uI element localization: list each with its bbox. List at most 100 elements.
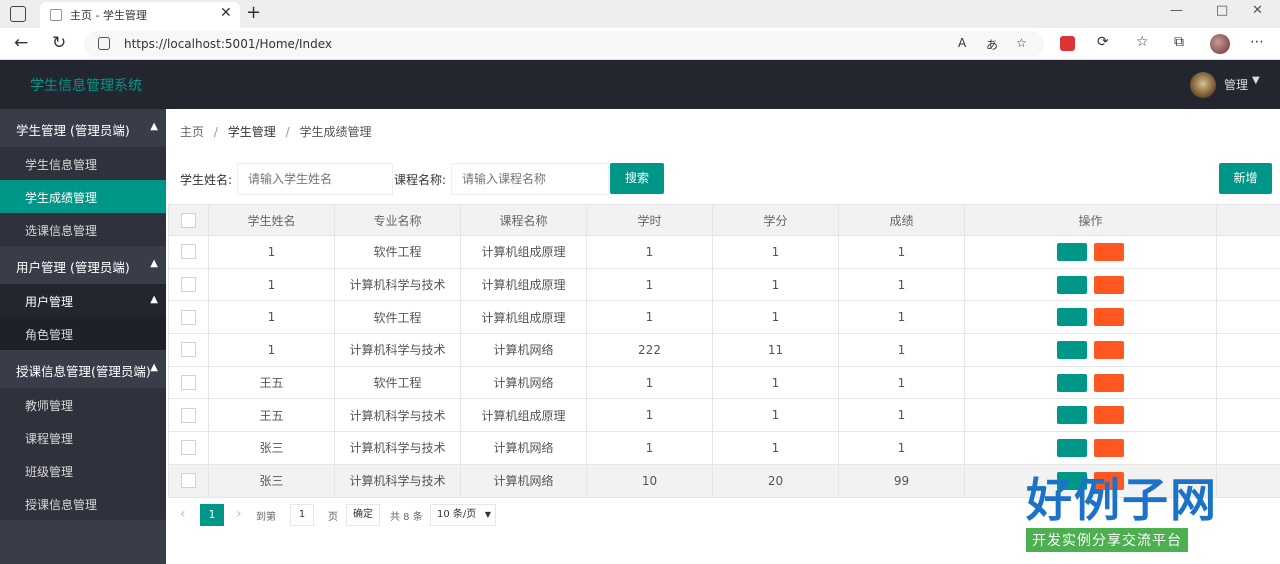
close-tab-icon[interactable]: ✕: [220, 5, 232, 21]
watermark-subtitle: 开发实例分享交流平台: [1026, 528, 1188, 552]
collections-icon[interactable]: ⧉: [1174, 34, 1184, 50]
goto-page-input[interactable]: 1: [290, 504, 314, 526]
chevron-down-icon: ▼: [484, 510, 491, 519]
profile-icon[interactable]: [1210, 34, 1230, 54]
sidebar-group-teaching[interactable]: 授课信息管理(管理员端) ▲: [0, 350, 166, 388]
read-aloud-icon[interactable]: A: [958, 36, 966, 50]
table-cell: 1: [838, 267, 965, 302]
user-menu[interactable]: 管理: [1224, 76, 1248, 93]
row-checkbox[interactable]: [181, 440, 196, 456]
table-row[interactable]: 1 计算机科学与技术 计算机网络 222 11 1: [168, 333, 1280, 367]
tab-actions-icon[interactable]: [10, 6, 26, 22]
delete-button[interactable]: [1094, 308, 1124, 327]
sidebar-item-role[interactable]: 角色管理: [0, 317, 166, 350]
goto-confirm-button[interactable]: 确定: [346, 504, 380, 526]
row-checkbox[interactable]: [181, 473, 196, 489]
row-checkbox[interactable]: [181, 277, 196, 293]
table-cell: 1: [838, 431, 965, 465]
add-button[interactable]: 新增: [1219, 163, 1272, 194]
sidebar-group-user[interactable]: 用户管理 (管理员端) ▲: [0, 246, 166, 284]
delete-button[interactable]: [1094, 373, 1124, 392]
table-cell: 1: [586, 431, 713, 465]
table-row[interactable]: 王五 计算机科学与技术 计算机组成原理 1 1 1: [168, 398, 1280, 433]
user-avatar[interactable]: [1190, 72, 1216, 98]
delete-button[interactable]: [1094, 406, 1124, 425]
prev-page-icon[interactable]: ‹: [180, 506, 186, 522]
edit-button[interactable]: [1057, 373, 1087, 392]
breadcrumb-student[interactable]: 学生管理: [228, 125, 276, 139]
sidebar-item-user-management[interactable]: 用户管理 ▲: [0, 284, 166, 317]
row-checkbox[interactable]: [181, 375, 196, 391]
row-checkbox[interactable]: [181, 407, 196, 423]
delete-button[interactable]: [1094, 242, 1124, 261]
sidebar-item-teacher[interactable]: 教师管理: [0, 388, 166, 421]
student-name-input[interactable]: [237, 163, 393, 195]
row-checkbox[interactable]: [181, 309, 196, 325]
table-filler: [1216, 431, 1280, 465]
new-tab-icon[interactable]: +: [246, 2, 261, 23]
table-row[interactable]: 王五 软件工程 计算机网络 1 1 1: [168, 365, 1280, 400]
delete-button[interactable]: [1094, 275, 1124, 294]
edit-button[interactable]: [1057, 406, 1087, 425]
table-row[interactable]: 1 计算机科学与技术 计算机组成原理 1 1 1: [168, 267, 1280, 302]
table-row[interactable]: 张三 计算机科学与技术 计算机网络 1 1 1: [168, 431, 1280, 465]
address-bar[interactable]: https://localhost:5001/Home/Index A あ ☆: [84, 31, 1044, 57]
table-cell: 1: [712, 235, 839, 269]
table-cell: 1: [838, 333, 965, 367]
column-header[interactable]: 成绩: [838, 204, 965, 236]
favorites-icon[interactable]: ☆: [1136, 34, 1149, 50]
sidebar-item-course-selection[interactable]: 选课信息管理: [0, 213, 166, 246]
refresh-icon[interactable]: ↻: [52, 33, 66, 53]
table-row[interactable]: 1 软件工程 计算机组成原理 1 1 1: [168, 235, 1280, 269]
sidebar-item-course[interactable]: 课程管理: [0, 421, 166, 454]
table-cell: 1: [586, 300, 713, 335]
current-page[interactable]: 1: [200, 504, 224, 526]
breadcrumb-home[interactable]: 主页: [180, 125, 204, 139]
caret-up-icon: ▲: [150, 294, 158, 305]
table-cell: 1: [712, 300, 839, 335]
page-favicon-icon: [50, 9, 62, 21]
delete-button[interactable]: [1094, 438, 1124, 457]
favorite-add-icon[interactable]: ☆: [1016, 36, 1027, 50]
browser-essentials-icon[interactable]: ⟳: [1097, 34, 1109, 50]
search-button[interactable]: 搜索: [610, 163, 664, 194]
edit-button[interactable]: [1057, 340, 1087, 359]
delete-button[interactable]: [1094, 340, 1124, 359]
column-header[interactable]: 专业名称: [334, 204, 461, 236]
edit-button[interactable]: [1057, 242, 1087, 261]
table-cell: 软件工程: [334, 300, 461, 335]
row-select-cell: [168, 398, 209, 433]
column-header[interactable]: 课程名称: [460, 204, 587, 236]
edit-button[interactable]: [1057, 275, 1087, 294]
next-page-icon[interactable]: ›: [236, 506, 242, 522]
select-all-checkbox[interactable]: [181, 212, 196, 228]
table-filler: [1216, 204, 1280, 236]
course-name-input[interactable]: [451, 163, 609, 195]
edit-button[interactable]: [1057, 308, 1087, 327]
translate-icon[interactable]: あ: [986, 36, 998, 53]
sidebar-group-student[interactable]: 学生管理 (管理员端) ▲: [0, 109, 166, 147]
table-row[interactable]: 1 软件工程 计算机组成原理 1 1 1: [168, 300, 1280, 335]
edit-button[interactable]: [1057, 438, 1087, 457]
sidebar-item-class[interactable]: 班级管理: [0, 454, 166, 487]
table-filler: [1216, 365, 1280, 400]
page-size-select[interactable]: 10 条/页 ▼: [430, 504, 496, 526]
table-cell: 1: [586, 365, 713, 400]
row-checkbox[interactable]: [181, 244, 196, 260]
close-window-icon[interactable]: ✕: [1252, 3, 1263, 18]
caret-up-icon: ▲: [150, 258, 158, 269]
sidebar-item-teaching-info[interactable]: 授课信息管理: [0, 487, 166, 520]
lock-icon: [98, 37, 110, 50]
table-cell: 1: [208, 267, 335, 302]
more-icon[interactable]: ⋯: [1250, 34, 1264, 50]
row-checkbox[interactable]: [181, 342, 196, 358]
column-header[interactable]: 学时: [586, 204, 713, 236]
column-header[interactable]: 学生姓名: [208, 204, 335, 236]
extension-icon[interactable]: [1060, 36, 1075, 51]
column-header[interactable]: 学分: [712, 204, 839, 236]
caret-down-icon[interactable]: ▼: [1252, 75, 1260, 86]
maximize-icon[interactable]: □: [1216, 3, 1228, 18]
browser-tab[interactable]: 主页 - 学生管理 ✕: [40, 2, 240, 28]
back-icon[interactable]: ←: [14, 33, 28, 53]
minimize-icon[interactable]: —: [1170, 3, 1183, 18]
